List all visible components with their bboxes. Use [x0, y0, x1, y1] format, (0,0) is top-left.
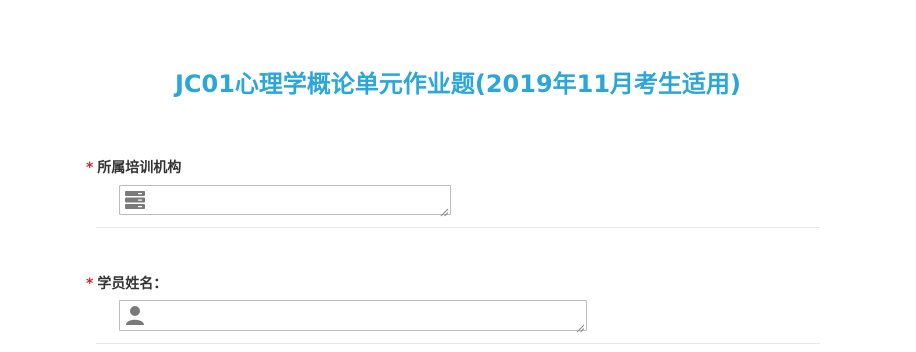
- field-label-training-institution: * 所属培训机构: [86, 157, 181, 177]
- database-icon: [124, 189, 146, 211]
- resize-handle-icon[interactable]: [576, 320, 585, 333]
- field-label-student-name: * 学员姓名：: [86, 273, 167, 293]
- required-asterisk: *: [86, 276, 94, 292]
- user-icon: [124, 304, 146, 326]
- training-institution-input[interactable]: [119, 185, 451, 217]
- page-title: JC01心理学概论单元作业题(2019年11月考生适用): [174, 70, 742, 98]
- field-divider: [96, 343, 820, 344]
- student-name-input[interactable]: [119, 300, 587, 333]
- field-divider: [96, 227, 820, 228]
- field-label-text: 所属培训机构: [97, 160, 182, 176]
- field-label-text: 学员姓名：: [97, 276, 168, 292]
- resize-handle-icon[interactable]: [440, 204, 449, 217]
- required-asterisk: *: [86, 160, 94, 176]
